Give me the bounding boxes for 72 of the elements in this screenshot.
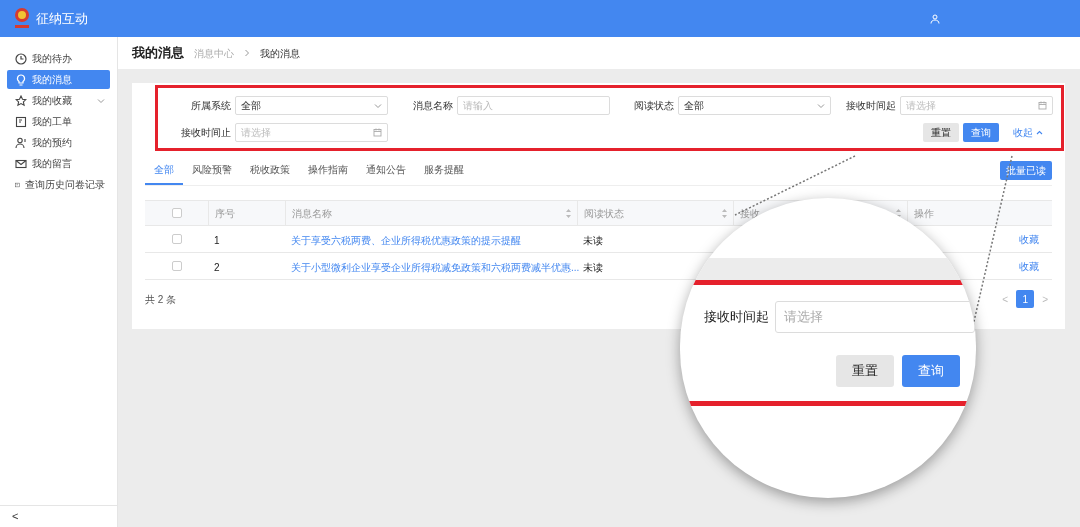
app-title: 征纳互动 (36, 9, 88, 28)
table-cell: 未读 (583, 262, 603, 273)
page-title: 我的消息 (132, 44, 184, 63)
calendar-icon (1038, 101, 1047, 110)
column-header: 操作 (914, 206, 935, 221)
clock-icon (15, 52, 27, 65)
tab[interactable]: 服务提醒 (415, 162, 473, 185)
sidebar-item[interactable]: 我的工单 (7, 112, 110, 131)
date-field[interactable]: 请选择 (234, 123, 388, 142)
chevron-down-icon (97, 96, 105, 105)
sidebar-item[interactable]: 我的预约 (7, 133, 110, 152)
breadcrumb-item: 我的消息 (260, 46, 300, 61)
page-button[interactable]: 1 (1016, 290, 1035, 308)
checkbox[interactable] (171, 261, 182, 271)
checkbox[interactable] (171, 208, 182, 218)
column-header: 阅读状态 (584, 206, 625, 221)
calendar-icon (372, 128, 382, 137)
chevron-down-icon (373, 101, 382, 110)
sort-icon[interactable] (566, 208, 571, 218)
chevron-right-icon (244, 49, 250, 57)
sidebar-item[interactable]: 我的留言 (7, 154, 110, 173)
table-cell: 2 (214, 262, 220, 273)
collapse-sidebar-button[interactable]: < (12, 508, 19, 525)
emblem-logo-icon (12, 6, 32, 31)
field-label: 接收时间起 (704, 308, 769, 327)
favorite-link[interactable]: 收藏 (1019, 258, 1039, 274)
lightbulb-icon (15, 73, 27, 86)
field-label: 所属系统 (190, 99, 231, 113)
tab[interactable]: 操作指南 (299, 162, 357, 185)
chevron-down-icon (817, 101, 826, 110)
tab[interactable]: 全部 (145, 162, 183, 185)
input-field[interactable]: 请输入 (456, 96, 610, 115)
prev-page-button[interactable]: < (998, 291, 1013, 307)
message-link[interactable]: 关于小型微利企业享受企业所得税减免政策和六税两费减半优惠... (291, 262, 580, 273)
star-icon (15, 94, 27, 107)
select-field[interactable]: 全部 (234, 96, 388, 115)
collapse-link[interactable]: 收起 (1013, 125, 1043, 140)
mark-all-read-button[interactable]: 批量已读 (1000, 161, 1052, 180)
search-button[interactable]: 查询 (902, 355, 960, 387)
date-field[interactable]: 请选择 (900, 96, 1053, 115)
tab[interactable]: 风险预警 (183, 162, 241, 185)
field-label: 接收时间起 (846, 99, 896, 113)
breadcrumb-item[interactable]: 消息中心 (194, 45, 234, 61)
message-link[interactable]: 关于享受六税两费、企业所得税优惠政策的提示提醒 (291, 235, 521, 246)
tab[interactable]: 通知公告 (357, 162, 415, 185)
checkbox[interactable] (171, 234, 182, 244)
sidebar-item[interactable]: 查询历史问卷记录 (7, 175, 110, 194)
person-icon (15, 136, 27, 149)
sidebar-item[interactable]: 我的收藏 (7, 91, 110, 110)
user-icon[interactable] (930, 13, 940, 24)
document-icon (15, 115, 27, 128)
field-label: 接收时间止 (180, 126, 231, 140)
table-cell: 1 (214, 235, 220, 246)
search-button[interactable]: 查询 (963, 123, 999, 142)
chevron-up-icon (1036, 130, 1043, 135)
sidebar-item[interactable]: 我的待办 (7, 49, 110, 68)
total-count: 共 2 条 (145, 292, 177, 307)
favorite-link[interactable]: 收藏 (1019, 231, 1039, 247)
column-header: 消息名称 (292, 206, 333, 221)
reset-button[interactable]: 重置 (836, 355, 894, 387)
tab[interactable]: 税收政策 (241, 162, 299, 185)
sidebar-item[interactable]: 我的消息 (7, 70, 110, 89)
column-header: 序号 (215, 206, 236, 221)
table-cell: 未读 (583, 235, 603, 246)
mail-icon (15, 157, 27, 170)
date-field[interactable]: 请选择 (775, 301, 975, 333)
field-label: 消息名称 (412, 99, 453, 113)
next-page-button[interactable]: > (1038, 291, 1052, 307)
sort-icon[interactable] (722, 208, 727, 218)
field-label: 阅读状态 (634, 99, 675, 113)
reset-button[interactable]: 重置 (923, 123, 959, 142)
select-field[interactable]: 全部 (678, 96, 832, 115)
